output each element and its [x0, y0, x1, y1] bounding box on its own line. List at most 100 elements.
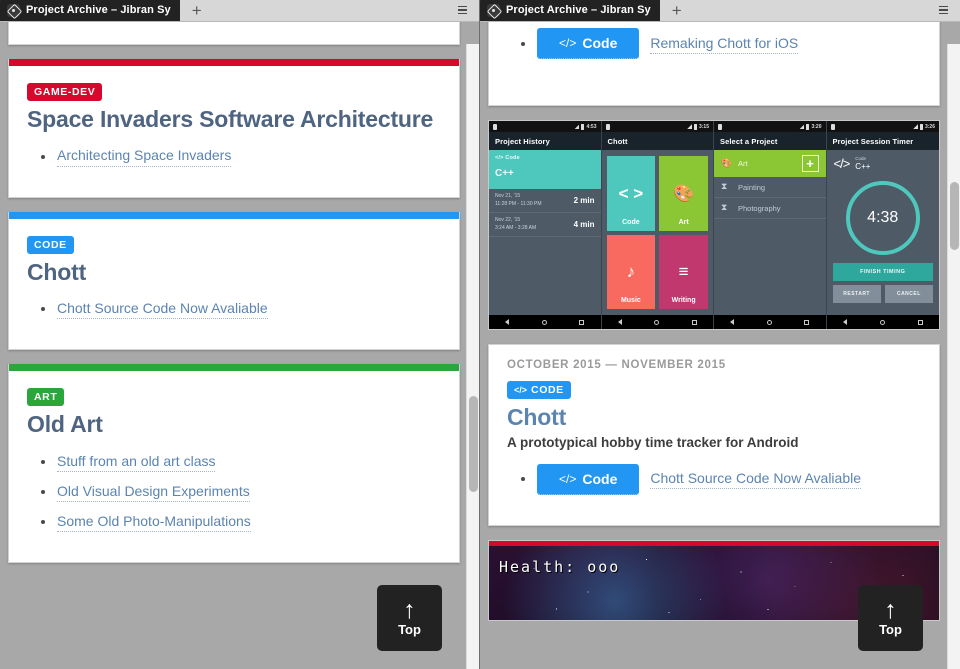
card-link[interactable]: Architecting Space Invaders	[57, 146, 232, 167]
scrollbar-thumb[interactable]	[469, 396, 478, 492]
badge-label: GAME-DEV	[34, 86, 96, 98]
android-status-bar: 3:15	[601, 121, 713, 133]
card-accent-bar	[9, 211, 459, 219]
tab-bar-right: Project Archive – Jibran Sy +	[480, 0, 960, 22]
new-tab-button[interactable]: +	[180, 0, 214, 21]
card-link[interactable]: Some Old Photo-Manipulations	[57, 512, 251, 533]
tile-label: Code	[622, 218, 640, 226]
battery-icon	[581, 123, 585, 130]
new-tab-button[interactable]: +	[660, 0, 694, 21]
clock-label: 4:53	[586, 123, 597, 130]
history-row: Nov 22, '15 3:24 AM - 3:28 AM 4 min	[489, 213, 601, 238]
history-duration: 4 min	[573, 220, 595, 230]
timer-button-group: FINISH TIMING RESTART CANCEL	[827, 255, 940, 304]
badge-label: ART	[34, 391, 58, 404]
phone-icon	[605, 123, 610, 130]
history-dates: Nov 22, '15 3:24 AM - 3:28 AM	[495, 217, 536, 232]
tile-label: Art	[678, 218, 689, 226]
code-button[interactable]: </> Code	[537, 463, 640, 495]
code-button-label: Code	[582, 470, 618, 487]
category-tile-grid: < > Code 🎨 Art ♪ Music ≡ Writing	[602, 150, 714, 315]
page-content-left: GAME-DEV Space Invaders Software Archite…	[0, 22, 468, 577]
app-bar-title: Project History	[495, 136, 550, 146]
android-status-bar: 3:20	[714, 121, 826, 133]
browser-menu-icon[interactable]	[930, 0, 956, 21]
card-link[interactable]: Stuff from an old art class	[57, 452, 216, 472]
card-accent-bar	[9, 59, 459, 66]
android-phone-project-history: 4:53 Project History </> Code C++ Nov 21…	[489, 121, 602, 330]
android-status-bar: 3:26	[826, 121, 939, 133]
project-card: GAME-DEV Space Invaders Software Archite…	[8, 59, 460, 198]
status-badge: GAME-DEV	[27, 83, 103, 101]
browser-tab-active-left[interactable]: Project Archive – Jibran Sy	[0, 0, 180, 21]
battery-icon	[693, 123, 697, 130]
card-date-range: OCTOBER 2015 — NOVEMBER 2015	[507, 359, 726, 372]
back-to-top-button[interactable]: ↑ Top	[377, 585, 442, 651]
home-icon	[541, 319, 547, 325]
card-link-list: </> Code Chott Source Code Now Avaliable	[521, 463, 921, 495]
back-icon	[505, 319, 510, 326]
vertical-scrollbar-left[interactable]	[466, 44, 479, 669]
card-accent-bar	[9, 364, 459, 372]
tab-bar-left: Project Archive – Jibran Sy +	[0, 0, 479, 22]
card-title: Space Invaders Software Architecture	[27, 106, 434, 132]
browser-menu-icon[interactable]	[449, 0, 475, 21]
arrow-up-icon: ↑	[403, 595, 416, 624]
music-note-icon: ♪	[626, 262, 636, 282]
history-hero: </> Code C++	[489, 150, 601, 190]
list-item: Some Old Photo-Manipulations	[41, 512, 441, 533]
card-link[interactable]: Chott Source Code Now Avaliable	[650, 469, 862, 490]
finish-timing-button: FINISH TIMING	[832, 263, 933, 282]
project-name: Painting	[738, 182, 766, 192]
code-button[interactable]: </> Code	[537, 28, 640, 60]
back-to-top-button[interactable]: ↑ Top	[858, 585, 923, 651]
signal-icon	[574, 124, 580, 130]
android-phone-session-timer: 3:26 Project Session Timer </> Code C++ …	[826, 121, 940, 330]
code-brackets-icon: </>	[514, 385, 528, 396]
scrollbar-thumb[interactable]	[950, 182, 959, 250]
browser-window-left: Project Archive – Jibran Sy + GAME-DEV S…	[0, 0, 480, 669]
palette-icon: 🎨	[721, 157, 733, 168]
status-badge: ART	[27, 388, 65, 407]
card-link-list: Core Data Entities </> Code Remaking Cho…	[521, 22, 921, 60]
badge-label: CODE	[531, 384, 564, 397]
dual-browser-screen: Project Archive – Jibran Sy + GAME-DEV S…	[0, 0, 960, 669]
android-content: 🎨 Art + ⧗ Painting ⧗ Photography	[714, 150, 826, 315]
home-icon	[654, 319, 660, 325]
card-title: Old Art	[27, 411, 103, 438]
project-list-item: ⧗ Painting	[714, 177, 826, 199]
card-link[interactable]: Remaking Chott for iOS	[650, 34, 799, 54]
card-link[interactable]: Chott Source Code Now Avaliable	[57, 299, 268, 320]
history-row: Nov 21, '15 11:28 PM - 11:30 PM 2 min	[489, 189, 601, 214]
vertical-scrollbar-right[interactable]	[947, 44, 960, 669]
page-content-right: Core Data Entities </> Code Remaking Cho…	[480, 22, 948, 635]
phone-icon	[718, 123, 722, 130]
category-tile: ≡ Writing	[659, 234, 708, 310]
back-to-top-label: Top	[879, 621, 902, 637]
list-item: Chott Source Code Now Avaliable	[41, 299, 441, 320]
category-tile: < > Code	[606, 156, 656, 231]
list-item: Architecting Space Invaders	[41, 146, 441, 167]
battery-icon	[919, 123, 923, 130]
android-content: < > Code 🎨 Art ♪ Music ≡ Writing	[602, 150, 714, 315]
android-screenshot-image: 4:53 Project History </> Code C++ Nov 21…	[488, 120, 940, 331]
signal-icon	[912, 124, 918, 130]
list-item: </> Code Remaking Chott for iOS	[521, 28, 921, 60]
timer-kind-label: Code	[855, 156, 867, 162]
hero-kind-label: </> Code	[495, 155, 595, 161]
browser-tab-active-right[interactable]: Project Archive – Jibran Sy	[480, 0, 660, 21]
clock-label: 3:26	[924, 123, 935, 130]
clipped-card-top	[8, 22, 460, 45]
status-right: 4:53	[574, 123, 597, 130]
code-brackets-icon: </>	[559, 36, 577, 51]
tile-label: Writing	[671, 297, 696, 305]
tab-title: Project Archive – Jibran Sy	[26, 4, 171, 16]
recents-icon	[691, 319, 697, 325]
card-link[interactable]: Old Visual Design Experiments	[57, 482, 250, 503]
site-logo-icon	[487, 3, 500, 17]
android-content: </> Code C++ 4:38 FINISH TIMING RESTART …	[827, 150, 940, 315]
page-viewport-right: Core Data Entities </> Code Remaking Cho…	[480, 22, 960, 669]
card-subtitle: A prototypical hobby time tracker for An…	[507, 434, 799, 450]
android-nav-bar	[489, 315, 601, 330]
android-content: </> Code C++ Nov 21, '15 11:28 PM - 11:3…	[489, 150, 601, 315]
